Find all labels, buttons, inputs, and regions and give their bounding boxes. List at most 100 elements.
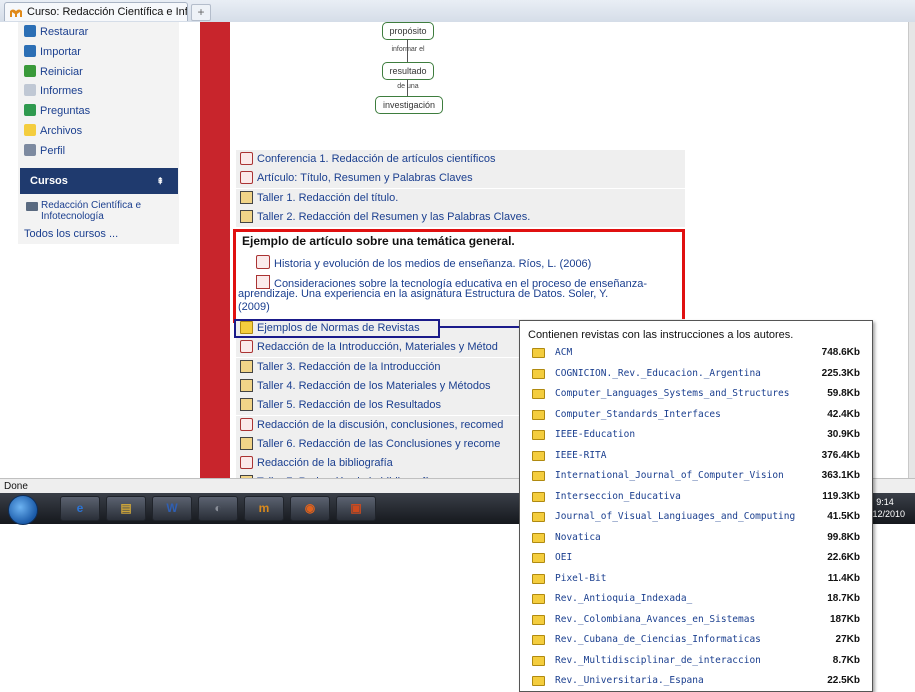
- restore-icon: [24, 25, 36, 37]
- example-article-section: Ejemplo de artículo sobre una temática g…: [233, 229, 685, 323]
- folder-list-item[interactable]: Computer_Standards_Interfaces 42.4Kb: [532, 405, 866, 425]
- folder-size: 99.8Kb: [827, 531, 860, 543]
- callout-arrow: [438, 326, 522, 328]
- collapse-icon[interactable]: ⇞: [156, 168, 164, 194]
- activity-link[interactable]: Artículo: Título, Resumen y Palabras Cla…: [236, 169, 685, 189]
- pdf-icon: [256, 255, 270, 269]
- folder-name: OEI: [555, 552, 573, 563]
- folder-list-item[interactable]: OEI 22.6Kb: [532, 548, 866, 568]
- example-article-label-1: Historia y evolución de los medios de en…: [274, 258, 592, 270]
- folder-list-item[interactable]: Computer_Languages_Systems_and_Structure…: [532, 384, 866, 404]
- activity-label: Redacción de la discusión, conclusiones,…: [257, 418, 504, 431]
- explorer-icon[interactable]: ▤: [106, 496, 146, 521]
- start-button[interactable]: [8, 495, 38, 525]
- activity-label: Taller 6. Redacción de las Conclusiones …: [257, 437, 501, 450]
- activity-label: Artículo: Título, Resumen y Palabras Cla…: [257, 172, 473, 185]
- folder-name: Pixel-Bit: [555, 572, 607, 584]
- word-icon[interactable]: W: [152, 496, 192, 521]
- firefox-icon[interactable]: ◉: [290, 496, 330, 521]
- folder-name: IEEE-RITA: [555, 449, 607, 461]
- cursos-title: Cursos: [30, 175, 68, 187]
- folder-size: 30.9Kb: [827, 429, 860, 440]
- diagram-label-of: de una: [397, 83, 419, 90]
- folder-name: International_Journal_of_Computer_Vision: [555, 470, 784, 481]
- activity-label: Conferencia 1. Redacción de artículos ci…: [257, 153, 496, 165]
- reset-icon: [24, 64, 36, 77]
- import-icon: [24, 44, 36, 57]
- sidebar-item-archivos[interactable]: Archivos: [24, 122, 82, 140]
- moodle-icon[interactable]: m: [244, 496, 284, 521]
- sidebar-item-reiniciar[interactable]: Reiniciar: [24, 63, 83, 81]
- folder-list-item[interactable]: IEEE-RITA 376.4Kb: [532, 446, 866, 466]
- folder-list-item[interactable]: Rev._Colombiana_Avances_en_Sistemas 187Kb: [532, 610, 866, 630]
- assignment-icon: [240, 436, 253, 450]
- folder-list-item[interactable]: Journal_of_Visual_Langiuages_and_Computi…: [532, 507, 866, 527]
- pdf-icon: [240, 152, 253, 165]
- highlight-box: [234, 319, 440, 338]
- folder-icon: [532, 532, 545, 543]
- folder-list-item[interactable]: COGNICION._Rev._Educacion._Argentina 225.…: [532, 364, 866, 384]
- folder-listing-popup: Contienen revistas con las instrucciones…: [519, 320, 873, 692]
- pdf-icon: [240, 456, 253, 470]
- sidebar-item-label: Preguntas: [40, 105, 91, 118]
- sidebar-item-informes[interactable]: Informes: [24, 82, 83, 100]
- new-tab-button[interactable]: +: [191, 4, 211, 21]
- activity-label: Redacción de la Introducción, Materiales…: [257, 341, 498, 354]
- folder-list-item[interactable]: Rev._Antioquia_Indexada_ 18.7Kb: [532, 589, 866, 609]
- folder-list-item[interactable]: ACM 748.6Kb: [532, 343, 866, 363]
- browser-tab[interactable]: Curso: Redacción Científica e Infotec...: [4, 2, 188, 21]
- sidebar-item-restaurar[interactable]: Restaurar: [24, 23, 88, 41]
- folder-list-item[interactable]: Rev._Cubana_de_Ciencias_Informaticas 27Kb: [532, 630, 866, 650]
- sidebar-item-label: Reiniciar: [40, 65, 83, 78]
- folder-size: 225.3Kb: [821, 367, 860, 379]
- pdf-icon: [240, 171, 253, 185]
- folder-icon: [532, 594, 545, 604]
- browser-tab-bar: Curso: Redacción Científica e Infotec...…: [0, 0, 915, 23]
- activity-link[interactable]: Taller 2. Redacción del Resumen y las Pa…: [236, 207, 685, 227]
- folder-list-item[interactable]: Pixel-Bit 11.4Kb: [532, 569, 866, 589]
- folder-icon: [532, 491, 545, 502]
- example-article-label-2b[interactable]: aprendizaje. Una experiencia en la asign…: [238, 288, 608, 301]
- course-link[interactable]: Redacción Científica e Infotecnología: [26, 200, 178, 222]
- folder-name: Rev._Antioquia_Indexada_: [555, 593, 693, 604]
- popup-header: Contienen revistas con las instrucciones…: [528, 329, 794, 341]
- assignment-icon: [240, 190, 253, 204]
- folder-icon: [532, 471, 545, 481]
- folder-name: ACM: [555, 347, 573, 358]
- folder-list-item[interactable]: Rev._Multidisciplinar_de_interaccion 8.7K…: [532, 651, 866, 671]
- folder-list-item[interactable]: Rev._Universitaria._Espana 22.5Kb: [532, 671, 866, 691]
- pdf-icon: [240, 417, 253, 431]
- example-article-link-1[interactable]: Historia y evolución de los medios de en…: [256, 255, 591, 271]
- ie-icon[interactable]: e: [60, 496, 100, 521]
- folder-icon: [532, 676, 545, 686]
- sidebar-item-label: Importar: [40, 45, 81, 58]
- folder-list-item[interactable]: International_Journal_of_Computer_Vision…: [532, 466, 866, 486]
- folder-name: Journal_of_Visual_Langiuages_and_Computi…: [555, 511, 796, 522]
- folder-list-item[interactable]: IEEE-Education 30.9Kb: [532, 425, 866, 445]
- activity-link[interactable]: Conferencia 1. Redacción de artículos ci…: [236, 150, 685, 169]
- all-courses-link[interactable]: Todos los cursos ...: [24, 228, 118, 240]
- cursos-block-header[interactable]: Cursos ⇞: [20, 168, 178, 194]
- folder-icon: [532, 348, 545, 358]
- folder-name: Rev._Cubana_de_Ciencias_Informaticas: [555, 634, 761, 645]
- folder-size: 27Kb: [835, 634, 860, 645]
- example-article-label-2c[interactable]: (2009): [238, 301, 270, 314]
- folder-icon: [532, 450, 545, 461]
- example-section-title: Ejemplo de artículo sobre una temática g…: [242, 234, 515, 248]
- folder-icon: [532, 430, 545, 440]
- activity-label: Taller 2. Redacción del Resumen y las Pa…: [257, 210, 531, 223]
- sidebar-item-preguntas[interactable]: Preguntas: [24, 102, 90, 120]
- folder-list-item[interactable]: Novatica 99.8Kb: [532, 528, 866, 548]
- folder-list-item[interactable]: Interseccion_Educativa 119.3Kb: [532, 487, 866, 507]
- activity-label: Taller 4. Redacción de los Materiales y …: [257, 379, 491, 392]
- sidebar-item-perfil[interactable]: Perfil: [24, 142, 65, 160]
- folder-size: 11.4Kb: [827, 572, 860, 584]
- activity-link[interactable]: Taller 1. Redacción del título.: [236, 188, 685, 208]
- assignment-icon: [240, 209, 253, 223]
- moodle-icon: [10, 9, 22, 17]
- media-icon[interactable]: ◐: [198, 496, 238, 521]
- sidebar-item-importar[interactable]: Importar: [24, 43, 81, 61]
- diagram-box-research: investigación: [375, 96, 443, 114]
- vertical-scrollbar[interactable]: [908, 22, 915, 478]
- powerpoint-icon[interactable]: ▣: [336, 496, 376, 521]
